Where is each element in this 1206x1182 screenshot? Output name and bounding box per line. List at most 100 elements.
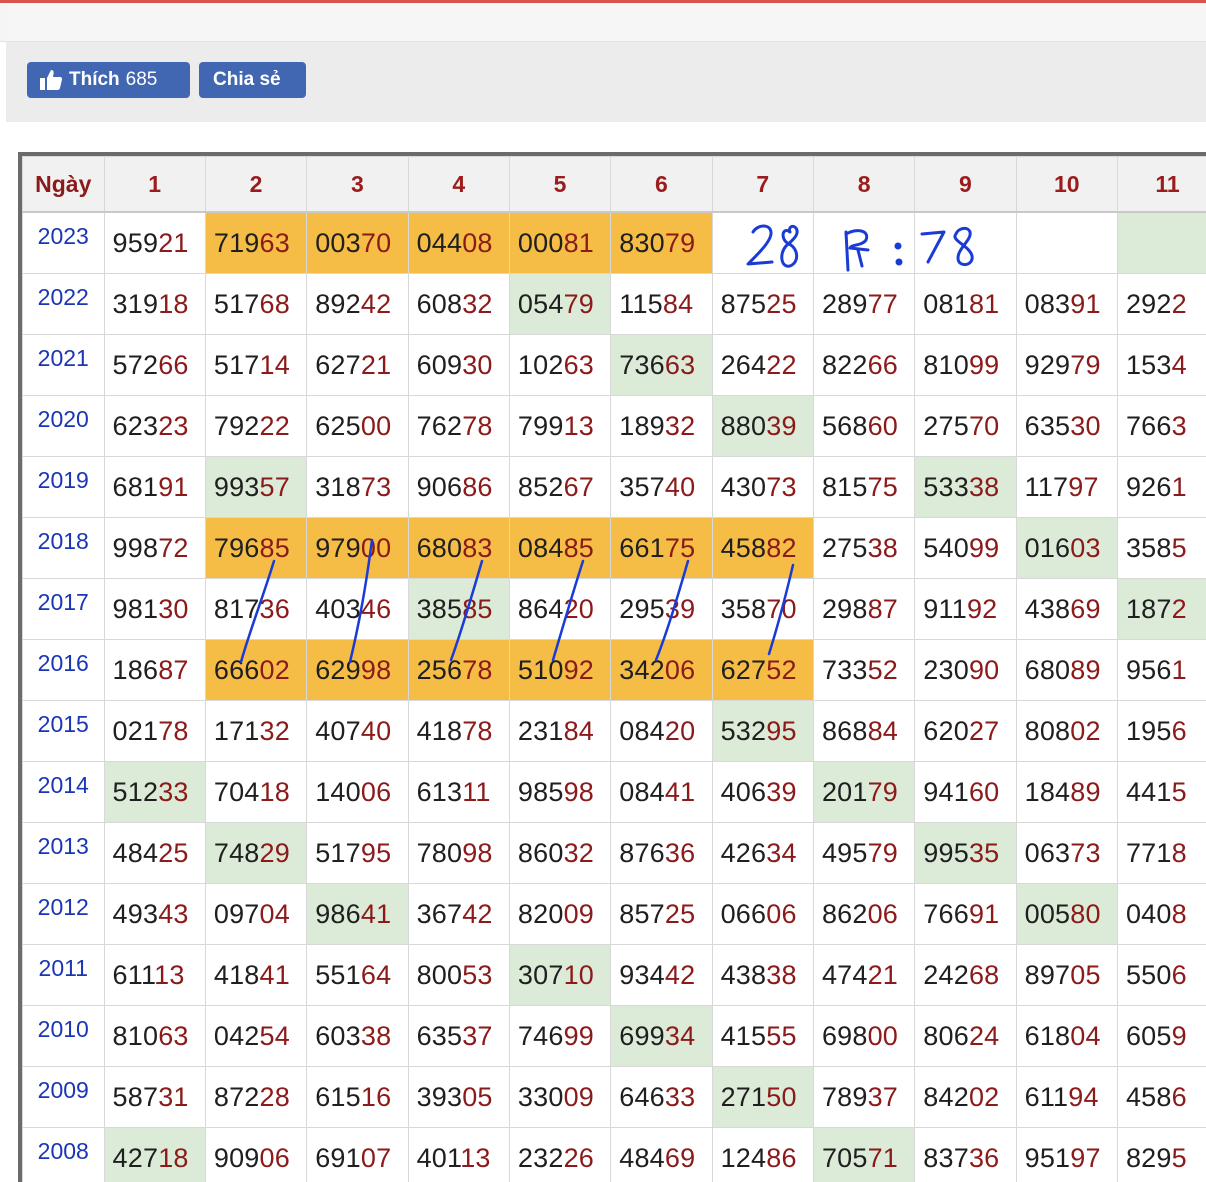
result-head-digits: 458 [721,533,767,563]
result-cell: 87228 [205,1067,306,1128]
result-tail-digits: 95 [766,716,796,746]
result-head-digits: 517 [315,838,361,868]
result-cell: 82009 [509,884,610,945]
year-link[interactable]: 2009 [23,1067,105,1128]
year-link[interactable]: 2011 [23,945,105,1006]
year-link[interactable]: 2017 [23,579,105,640]
result-cell: 97900 [307,518,408,579]
result-cell: 81063 [104,1006,205,1067]
result-head-digits: 367 [417,899,463,929]
result-tail-digits: 79 [1070,350,1100,380]
like-button[interactable]: Thích685 [27,62,190,98]
result-tail-digits: 98 [564,777,594,807]
year-link[interactable]: 2020 [23,396,105,457]
result-head-digits: 572 [113,350,159,380]
result-tail-digits: 41 [361,899,391,929]
result-tail-digits: 05 [1070,960,1100,990]
result-head-digits: 897 [1025,960,1071,990]
result-head-digits: 736 [619,350,665,380]
result-tail-digits: 97 [1070,1143,1100,1173]
result-head-digits: 864 [518,594,564,624]
result-head-digits: 799 [518,411,564,441]
result-head-digits: 681 [113,472,159,502]
result-tail-digits: 23 [158,411,188,441]
result-head-digits: 611 [1025,1082,1069,1112]
result-head-digits: 733 [822,655,868,685]
result-cell: 63530 [1016,396,1117,457]
result-tail-digits: 73 [766,472,796,502]
result-head-digits: 629 [315,655,361,685]
year-link[interactable]: 2010 [23,1006,105,1067]
result-cell: 51768 [205,274,306,335]
result-cell: 63537 [408,1006,509,1067]
year-link[interactable]: 2016 [23,640,105,701]
year-link[interactable]: 2013 [23,823,105,884]
table-row: 2019681919935731873906868526735740430738… [23,457,1206,518]
result-tail-digits: 06 [868,899,898,929]
result-head-digits: 195 [1126,716,1172,746]
result-tail-digits: 79 [665,228,695,258]
result-cell: 4586 [1117,1067,1206,1128]
year-link[interactable]: 2018 [23,518,105,579]
result-cell: 18687 [104,640,205,701]
result-cell: 62998 [307,640,408,701]
result-cell: 54099 [915,518,1016,579]
result-tail-digits: 66 [868,350,898,380]
result-tail-digits: 18 [158,1143,188,1173]
result-cell: 62500 [307,396,408,457]
result-tail-digits: 35 [969,838,999,868]
result-tail-digits: 13 [154,960,184,990]
result-head-digits: 608 [417,289,463,319]
result-cell: 79222 [205,396,306,457]
result-tail-digits: 55 [766,1021,796,1051]
result-cell: 26422 [712,335,813,396]
result-tail-digits: 2 [1172,594,1187,624]
result-tail-digits: 04 [260,899,290,929]
year-link[interactable]: 2015 [23,701,105,762]
year-link[interactable]: 2023 [23,212,105,274]
result-tail-digits: 41 [665,777,695,807]
result-cell: 40639 [712,762,813,823]
result-tail-digits: 81 [969,289,999,319]
result-tail-digits: 18 [158,289,188,319]
result-cell: 80624 [915,1006,1016,1067]
result-head-digits: 691 [315,1143,361,1173]
result-cell: 17132 [205,701,306,762]
year-link[interactable]: 2012 [23,884,105,945]
result-cell: 62323 [104,396,205,457]
result-tail-digits: 98 [361,655,391,685]
result-head-digits: 021 [113,716,159,746]
result-tail-digits: 90 [969,655,999,685]
result-head-digits: 140 [315,777,361,807]
result-tail-digits: 5 [1172,777,1187,807]
result-tail-digits: 14 [260,350,290,380]
result-tail-digits: 79 [564,289,594,319]
share-button[interactable]: Chia sẻ [199,62,306,98]
result-head-digits: 532 [721,716,767,746]
result-cell: 38585 [408,579,509,640]
result-head-digits: 875 [721,289,767,319]
result-cell: 25678 [408,640,509,701]
result-head-digits: 230 [923,655,969,685]
result-tail-digits: 63 [564,350,594,380]
result-cell: 90686 [408,457,509,518]
result-tail-digits: 91 [158,472,188,502]
table-row: 2023959217196300370044080008183079 [23,212,1206,274]
result-head-digits: 295 [619,594,665,624]
column-header-9: 9 [915,157,1016,213]
year-link[interactable]: 2022 [23,274,105,335]
result-head-digits: 985 [518,777,564,807]
result-tail-digits: 43 [158,899,188,929]
result-cell: 60930 [408,335,509,396]
result-tail-digits: 6 [1172,960,1187,990]
result-head-digits: 271 [721,1082,767,1112]
result-head-digits: 868 [822,716,868,746]
result-head-digits: 512 [113,777,159,807]
year-link[interactable]: 2021 [23,335,105,396]
result-tail-digits: 06 [361,777,391,807]
result-tail-digits: 22 [766,350,796,380]
year-link[interactable]: 2019 [23,457,105,518]
result-cell: 35870 [712,579,813,640]
result-tail-digits: 05 [462,1082,492,1112]
year-link[interactable]: 2014 [23,762,105,823]
